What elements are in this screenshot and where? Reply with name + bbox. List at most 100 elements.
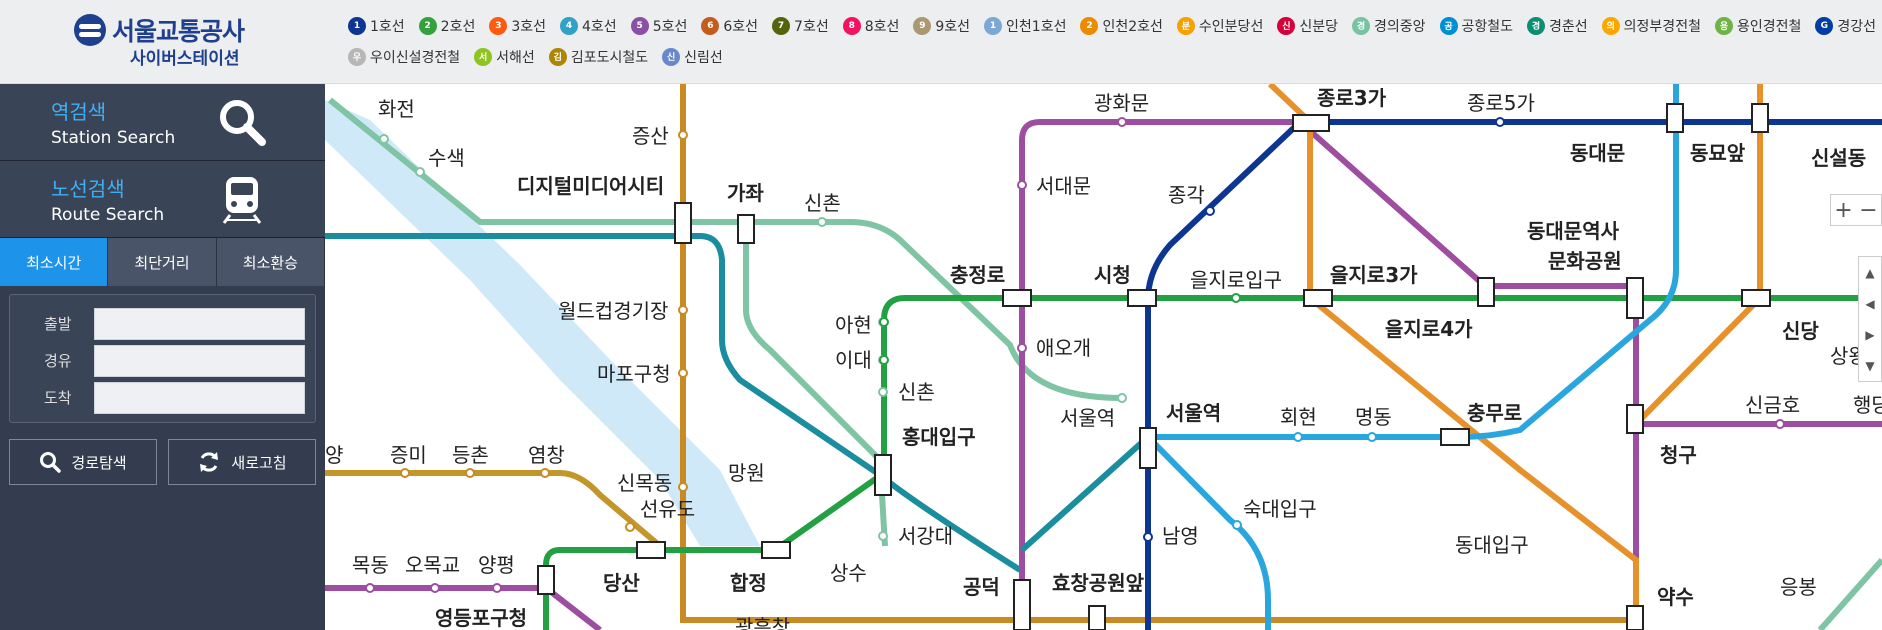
label-dongguk: 동대입구 xyxy=(1455,533,1529,557)
label-yaksu: 약수 xyxy=(1657,585,1694,609)
legend-item[interactable]: 김 김포도시철도 xyxy=(548,47,648,67)
refresh-button[interactable]: 새로고침 xyxy=(168,439,316,485)
legend-item-label: 6호선 xyxy=(723,18,759,35)
subway-map[interactable]: 화전 수색 디지털미디어시티 증산 가좌 신촌 광화문 종로3가 종로5가 동대… xyxy=(325,84,1882,630)
hongik-marker[interactable] xyxy=(874,454,892,496)
gajwa-marker[interactable] xyxy=(737,214,755,244)
legend-item[interactable]: 2 인천2호선 xyxy=(1080,16,1163,36)
legend-item[interactable]: 9 9호선 xyxy=(913,16,970,36)
legend-item[interactable]: G 경강선 xyxy=(1815,16,1876,36)
label-euljiro1: 을지로입구 xyxy=(1190,268,1282,292)
label-euljiro4: 을지로4가 xyxy=(1385,317,1473,341)
pan-left-icon[interactable]: ◀ xyxy=(1859,288,1881,319)
legend-item-label: 인천1호선 xyxy=(1006,18,1067,35)
euljiro4-marker[interactable] xyxy=(1477,277,1495,307)
legend-item[interactable]: 의 의정부경전철 xyxy=(1601,16,1701,36)
legend-item-label: 공항철도 xyxy=(1461,18,1514,35)
label-dangsan: 당산 xyxy=(603,571,640,595)
line-badge-icon: 6 xyxy=(701,16,720,35)
tab-min-time[interactable]: 최소시간 xyxy=(0,238,109,286)
gongdeok-marker[interactable] xyxy=(1013,579,1031,630)
dongdaemun-marker[interactable] xyxy=(1666,103,1684,133)
legend-item-label: 의정부경전철 xyxy=(1623,18,1701,35)
pan-right-icon[interactable]: ▶ xyxy=(1859,319,1881,350)
legend-item[interactable]: 신 신림선 xyxy=(662,47,723,67)
hyochang-marker[interactable] xyxy=(1088,605,1106,630)
line-badge-icon: 1 xyxy=(348,16,366,35)
legend-item-label: 용인경전철 xyxy=(1736,18,1802,35)
legend-item[interactable]: 1 1호선 xyxy=(348,16,405,36)
legend-item[interactable]: 분 수인분당선 xyxy=(1176,16,1263,36)
label-seogangdae: 서강대 xyxy=(898,524,953,548)
line-badge-icon: 서 xyxy=(474,47,493,66)
yaksu-marker[interactable] xyxy=(1626,605,1644,630)
pan-up-icon[interactable]: ▲ xyxy=(1859,257,1881,288)
line-badge-icon: 8 xyxy=(842,16,861,35)
label-idae: 이대 xyxy=(835,348,872,372)
legend-item[interactable]: 2 2호선 xyxy=(418,16,475,36)
dongmyo-marker[interactable] xyxy=(1751,103,1769,133)
chungjeongno-marker[interactable] xyxy=(1002,289,1032,307)
label-haengdang: 행당 xyxy=(1853,393,1882,417)
hapjeong-marker[interactable] xyxy=(761,541,791,559)
line-badge-icon: 김 xyxy=(548,47,567,66)
dmc-transfer-marker[interactable] xyxy=(674,202,692,244)
legend-item[interactable]: 공 공항철도 xyxy=(1439,16,1514,36)
tab-min-transfer[interactable]: 최소환승 xyxy=(216,238,325,286)
legend-item[interactable]: 7 7호선 xyxy=(772,16,829,36)
label-euljiro3: 을지로3가 xyxy=(1330,263,1418,287)
route-search-button[interactable]: 노선검색 Route Search xyxy=(0,161,325,238)
logo[interactable]: 서울교통공사 사이버스테이션 xyxy=(74,12,264,69)
departure-input[interactable] xyxy=(93,307,305,340)
label-seoulyeok: 서울역 xyxy=(1060,406,1115,430)
legend-item[interactable]: 서 서해선 xyxy=(474,47,535,67)
label-ddp2: 문화공원 xyxy=(1548,249,1622,273)
legend-item[interactable]: 용 용인경전철 xyxy=(1714,16,1802,36)
euljiro3-marker[interactable] xyxy=(1303,289,1333,307)
line-badge-icon: 1 xyxy=(984,16,1003,35)
jongno3-marker[interactable] xyxy=(1292,114,1330,132)
line-badge-icon: 신 xyxy=(662,47,681,66)
legend-item[interactable]: 우 우이신설경전철 xyxy=(348,47,460,67)
chungmuro-marker[interactable] xyxy=(1440,428,1470,446)
pan-down-icon[interactable]: ▼ xyxy=(1859,350,1881,381)
legend-item[interactable]: 4 4호선 xyxy=(560,16,617,36)
seoul-station-marker[interactable] xyxy=(1139,427,1157,469)
legend-item[interactable]: 8 8호선 xyxy=(842,16,899,36)
label-yangpyeong: 양평 xyxy=(478,553,515,577)
tab-min-distance[interactable]: 최단거리 xyxy=(108,238,217,286)
line-badge-icon: 신 xyxy=(1277,16,1296,35)
zoom-in-button[interactable]: + xyxy=(1831,195,1856,225)
label-hyochang: 효창공원앞 xyxy=(1052,571,1145,595)
ddp-marker[interactable] xyxy=(1626,277,1644,319)
line-4-link xyxy=(1019,434,1151,553)
line-4 xyxy=(1140,84,1679,630)
dangsan-marker[interactable] xyxy=(636,541,666,559)
arrival-input[interactable] xyxy=(93,381,305,414)
label-jeungsan: 증산 xyxy=(632,124,669,148)
label-deungchon: 등촌 xyxy=(452,443,489,467)
legend-item[interactable]: 경 경의중앙 xyxy=(1351,16,1426,36)
via-input[interactable] xyxy=(93,344,305,377)
label-cheonggu: 청구 xyxy=(1660,443,1697,467)
legend-item-label: 9호선 xyxy=(935,18,971,35)
legend-item[interactable]: 5 5호선 xyxy=(630,16,687,36)
line-badge-icon: 9 xyxy=(913,16,932,35)
legend-item[interactable]: 경 경춘선 xyxy=(1527,16,1588,36)
legend-item[interactable]: 3 3호선 xyxy=(489,16,546,36)
legend-item[interactable]: 1 인천1호선 xyxy=(984,16,1066,36)
label-yeongdeungpo: 영등포구청 xyxy=(435,606,527,630)
legend-item[interactable]: 6 6호선 xyxy=(701,16,758,36)
legend-item-label: 인천2호선 xyxy=(1102,18,1163,35)
legend-item[interactable]: 신 신분당 xyxy=(1277,16,1338,36)
subway-map-canvas[interactable]: 화전 수색 디지털미디어시티 증산 가좌 신촌 광화문 종로3가 종로5가 동대… xyxy=(325,84,1882,630)
cheonggu-marker[interactable] xyxy=(1626,404,1644,434)
yeongdeungpo-marker[interactable] xyxy=(537,565,555,595)
cityhall-marker[interactable] xyxy=(1127,289,1157,307)
route-search-submit-button[interactable]: 경로탐색 xyxy=(9,439,157,485)
label-jonggak: 종각 xyxy=(1168,183,1205,207)
station-search-button[interactable]: 역검색 Station Search xyxy=(0,84,325,161)
sindang-marker[interactable] xyxy=(1741,289,1771,307)
zoom-out-button[interactable]: − xyxy=(1856,195,1881,225)
route-search-label-ko: 노선검색 xyxy=(51,177,125,201)
